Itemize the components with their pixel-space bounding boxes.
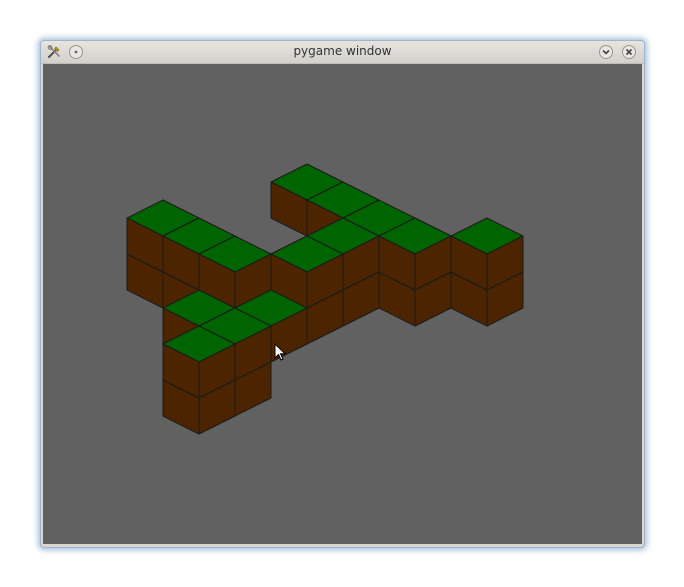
close-icon[interactable] [621,44,637,60]
isometric-scene [126,163,524,435]
chevron-down-icon[interactable] [598,44,614,60]
pygame-window: pygame window [40,40,645,548]
title-bar[interactable]: pygame window [41,41,644,64]
game-canvas[interactable] [43,64,642,544]
blocks-layer [126,163,524,435]
window-title: pygame window [293,44,392,58]
